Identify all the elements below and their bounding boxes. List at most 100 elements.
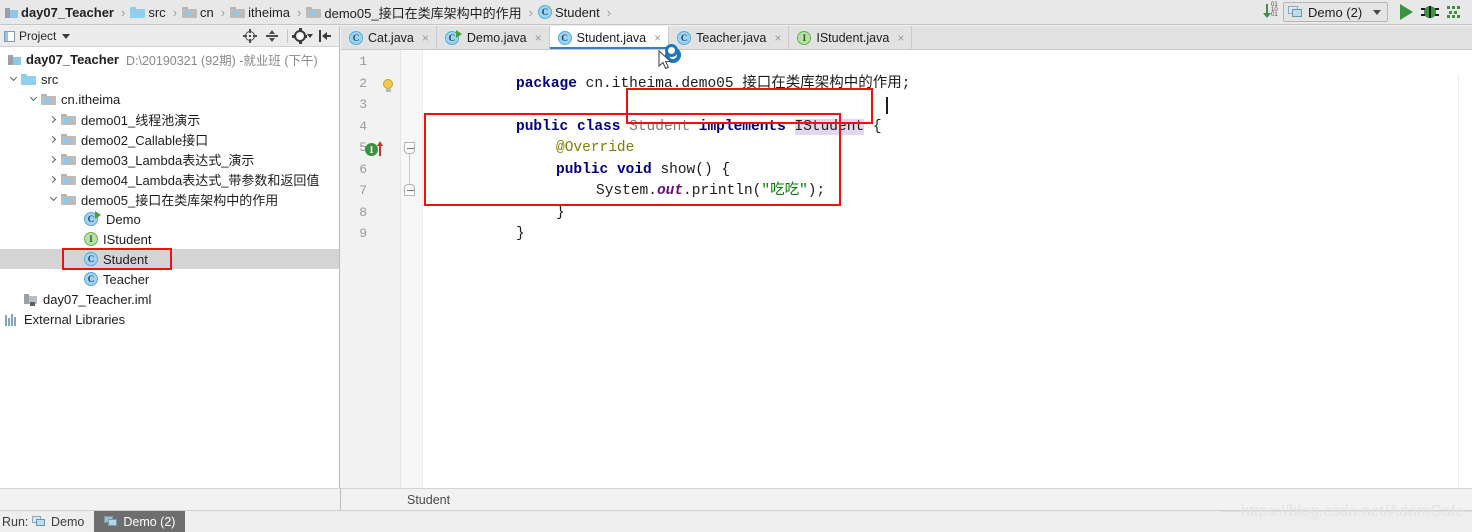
fold-region-start-icon[interactable]: [404, 142, 415, 154]
editor-tab-teacher[interactable]: C Teacher.java: [669, 26, 790, 49]
package-icon: [61, 113, 76, 126]
tree-node-student[interactable]: C Student: [0, 249, 339, 269]
tree-node-label: demo01_线程池演示: [81, 112, 201, 128]
run-tab-demo[interactable]: Demo: [22, 511, 94, 532]
tree-node-istudent[interactable]: I IStudent: [0, 229, 339, 249]
tree-node-label: demo04_Lambda表达式_带参数和返回值: [81, 172, 320, 188]
tree-node-iml[interactable]: day07_Teacher.iml: [0, 289, 339, 309]
debug-button[interactable]: [1418, 1, 1442, 23]
module-icon: [5, 6, 18, 19]
breadcrumb-item-demo05[interactable]: demo05_接口在类库架构中的作用: [304, 0, 525, 25]
locate-icon: [243, 29, 257, 43]
watermark: https://blog.csdn.net/AdamCafe: [1240, 503, 1464, 520]
run-configuration-icon: [32, 515, 46, 528]
code-editor[interactable]: 1 2 3 4 5 6 7 8 9 I package cn.itheima.d…: [341, 50, 1472, 512]
line-number: 5: [359, 140, 367, 155]
locate-button[interactable]: [240, 27, 260, 46]
hide-panel-button[interactable]: [315, 27, 335, 46]
tree-node-external-libraries[interactable]: External Libraries: [0, 309, 339, 329]
editor-tab-cat[interactable]: C Cat.java: [341, 26, 437, 49]
package-icon: [230, 6, 246, 19]
expand-arrow-icon[interactable]: [46, 109, 61, 129]
expand-arrow-icon[interactable]: [46, 149, 61, 169]
breadcrumb-item-itheima[interactable]: itheima: [228, 0, 294, 25]
code-line-3: public class Student implements IStudent…: [423, 95, 882, 135]
expand-arrow-icon[interactable]: [46, 129, 61, 149]
editor-tab-label: Teacher.java: [696, 30, 767, 45]
line-number: 1: [359, 54, 367, 69]
project-tool-window: Project day07_Teacher D:\20190321 (92期) …: [0, 26, 340, 488]
package-icon: [61, 133, 76, 146]
close-icon[interactable]: [422, 31, 429, 45]
run-tab-label: Demo: [51, 514, 85, 529]
expand-arrow-icon[interactable]: [26, 89, 41, 109]
breadcrumb-item-module[interactable]: day07_Teacher: [3, 0, 118, 25]
module-icon: [8, 53, 21, 66]
tree-node-demo05[interactable]: demo05_接口在类库架构中的作用: [0, 189, 339, 209]
run-configuration-selector[interactable]: Demo (2): [1283, 2, 1388, 22]
code-line-8: }: [423, 203, 525, 242]
implementing-method-icon[interactable]: I: [365, 141, 389, 158]
expand-arrow-icon[interactable]: [46, 169, 61, 189]
string-quote-open: ": [761, 183, 771, 199]
breadcrumb-class-label[interactable]: Student: [341, 493, 450, 507]
left-bottom-spacer: [0, 488, 341, 510]
line-number: 3: [359, 97, 367, 112]
run-icon: [1399, 4, 1413, 20]
interface-reference[interactable]: IStudent: [794, 118, 865, 135]
tree-node-cn-itheima[interactable]: cn.itheima: [0, 89, 339, 109]
close-icon[interactable]: [654, 31, 661, 45]
intention-bulb-icon[interactable]: [382, 79, 394, 93]
run-configuration-name: Demo (2): [1308, 4, 1363, 20]
tree-node-demo01[interactable]: demo01_线程池演示: [0, 109, 339, 129]
code-text[interactable]: package cn.itheima.demo05_接口在类库架构中的作用; p…: [423, 50, 1472, 488]
open-brace: {: [872, 118, 882, 135]
close-brace: }: [516, 226, 525, 242]
line-number: 9: [359, 226, 367, 241]
run-tab-demo-2[interactable]: Demo (2): [94, 510, 186, 532]
close-icon[interactable]: [535, 31, 542, 45]
close-icon[interactable]: [897, 31, 904, 45]
run-button[interactable]: [1394, 1, 1418, 23]
chevron-down-icon[interactable]: [62, 33, 71, 39]
breadcrumb-separator: ›: [121, 4, 126, 20]
sort-numeric-button[interactable]: 01 10 01: [1259, 1, 1283, 23]
expand-arrow-icon[interactable]: [6, 69, 21, 89]
tree-node-demo03[interactable]: demo03_Lambda表达式_演示: [0, 149, 339, 169]
code-line-4: @Override: [423, 117, 634, 156]
fold-region-end-icon[interactable]: [404, 184, 415, 196]
coverage-button[interactable]: [1442, 1, 1466, 23]
settings-button[interactable]: [292, 27, 313, 46]
tree-node-demo-class[interactable]: C Demo: [0, 209, 339, 229]
iml-file-icon: [24, 292, 38, 306]
marker-gutter[interactable]: [1458, 74, 1472, 512]
tree-node-demo02[interactable]: demo02_Callable接口: [0, 129, 339, 149]
run-tool-window-label: Run:: [2, 514, 29, 529]
run-tab-label: Demo (2): [123, 514, 176, 529]
tree-node-root[interactable]: day07_Teacher D:\20190321 (92期) -就业班 (下午…: [0, 49, 339, 69]
breadcrumb-item-cn[interactable]: cn: [180, 0, 218, 25]
editor-tab-label: Student.java: [576, 30, 647, 45]
editor-tab-istudent[interactable]: I IStudent.java: [789, 26, 913, 49]
close-icon[interactable]: [774, 31, 781, 45]
editor: C Cat.java C Demo.java C Student.java C …: [341, 26, 1472, 512]
editor-tab-demo[interactable]: C Demo.java: [436, 26, 550, 49]
editor-tab-student[interactable]: C Student.java: [549, 26, 670, 49]
breadcrumb-item-src[interactable]: src: [128, 0, 169, 25]
source-folder-icon: [130, 6, 146, 19]
string-literal: 吃吃: [770, 183, 800, 199]
breadcrumb-separator: ›: [528, 4, 533, 20]
line-number-gutter[interactable]: 1 2 3 4 5 6 7 8 9 I: [341, 50, 401, 488]
breadcrumb-label: cn: [200, 4, 214, 20]
expand-arrow-icon[interactable]: [46, 189, 61, 209]
package-icon: [61, 193, 76, 206]
ide-window: day07_Teacher › src › cn › itheima › dem…: [0, 0, 1472, 532]
run-configuration-icon: [104, 515, 118, 528]
collapse-all-button[interactable]: [262, 27, 282, 46]
editor-tab-bar: C Cat.java C Demo.java C Student.java C …: [341, 26, 1472, 50]
tree-node-demo04[interactable]: demo04_Lambda表达式_带参数和返回值: [0, 169, 339, 189]
tree-node-src[interactable]: src: [0, 69, 339, 89]
tree-node-teacher[interactable]: C Teacher: [0, 269, 339, 289]
code-folding-gutter[interactable]: [401, 50, 423, 488]
breadcrumb-item-student[interactable]: C Student: [536, 0, 604, 25]
